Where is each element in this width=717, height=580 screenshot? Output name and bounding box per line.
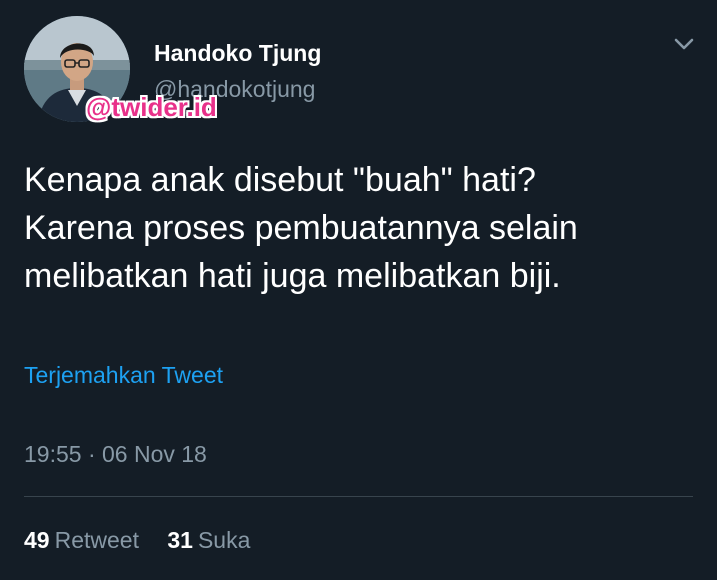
retweet-count: 49 [24, 527, 50, 553]
tweet-timestamp[interactable]: 19:55 · 06 Nov 18 [24, 441, 207, 468]
tweet-text-line: melibatkan hati juga melibatkan biji. [24, 257, 561, 295]
like-label: Suka [197, 527, 251, 553]
tweet-text-line: Karena proses pembuatannya selain [24, 209, 578, 247]
tweet-card: Handoko Tjung @handokotjung @twider.id K… [0, 0, 717, 580]
retweet-label: Retweet [54, 527, 139, 553]
tweet-text-line: Kenapa anak disebut "buah" hati? [24, 161, 536, 199]
display-name[interactable]: Handoko Tjung [154, 40, 321, 67]
retweet-stat[interactable]: 49 Retweet [24, 527, 139, 554]
watermark: @twider.id [86, 92, 217, 122]
chevron-down-icon [674, 38, 694, 50]
like-count: 31 [167, 527, 193, 553]
tweet-stats: 49 Retweet 31 Suka [24, 527, 250, 554]
translate-tweet-link[interactable]: Terjemahkan Tweet [24, 362, 223, 389]
divider [24, 496, 693, 497]
like-stat[interactable]: 31 Suka [167, 527, 250, 554]
tweet-text: Kenapa anak disebut "buah" hati? Karena … [24, 156, 694, 300]
more-options-button[interactable] [668, 30, 700, 58]
